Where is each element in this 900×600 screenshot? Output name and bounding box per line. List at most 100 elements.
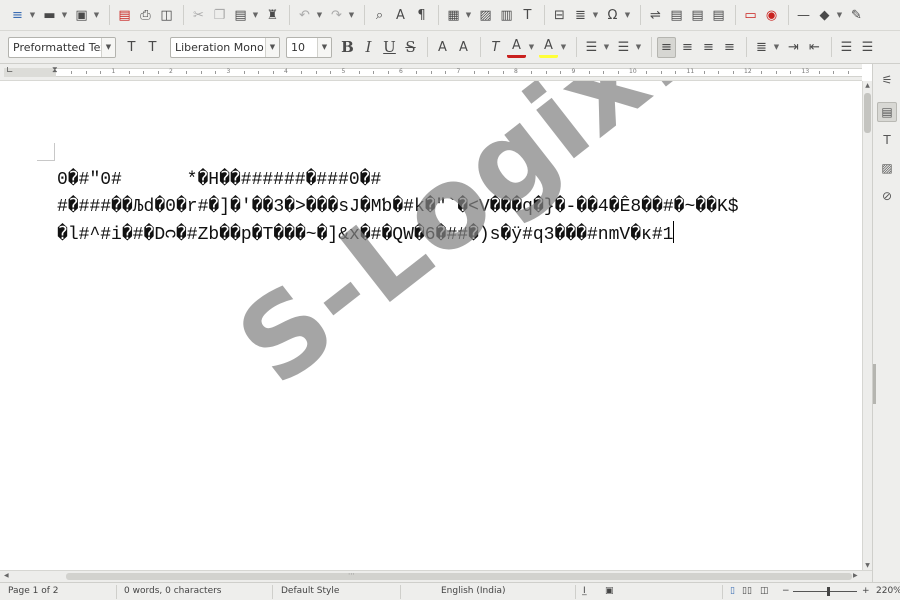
update-style-icon[interactable]: T <box>122 37 141 58</box>
book-view-icon[interactable]: ◫ <box>760 586 769 596</box>
spacing-dropdown-icon[interactable]: ▼ <box>773 37 780 58</box>
insert-image-icon[interactable]: ▨ <box>476 5 495 26</box>
paste-dropdown-icon[interactable]: ▼ <box>252 5 259 26</box>
horizontal-scrollbar[interactable]: ◀ ⋯ ▶ <box>0 570 872 582</box>
numbered-list-icon[interactable]: ☰ <box>614 37 633 58</box>
paste-icon[interactable]: ▤ <box>231 5 250 26</box>
multi-page-view-icon[interactable]: ▯▯ <box>742 586 752 596</box>
clear-formatting-icon[interactable]: T <box>486 37 505 58</box>
endnote-icon[interactable]: ▤ <box>688 5 707 26</box>
increase-indent-icon[interactable]: ⇥ <box>784 37 803 58</box>
paragraph-spacing-below-icon[interactable]: ☰ <box>858 37 877 58</box>
numbering-dropdown-icon[interactable]: ▼ <box>635 37 642 58</box>
export-pdf-icon[interactable]: ▤ <box>115 5 134 26</box>
bookmark-icon[interactable]: ▤ <box>709 5 728 26</box>
special-char-dropdown-icon[interactable]: ▼ <box>624 5 631 26</box>
chevron-down-icon[interactable]: ▼ <box>265 37 279 57</box>
paragraph-spacing-above-icon[interactable]: ☰ <box>837 37 856 58</box>
horizontal-scroll-thumb[interactable] <box>66 573 852 580</box>
styles-icon[interactable]: T <box>877 130 897 150</box>
insert-mode-icon[interactable]: I̲ <box>583 586 586 596</box>
page-break-icon[interactable]: ⊟ <box>550 5 569 26</box>
decrease-indent-icon[interactable]: ⇤ <box>805 37 824 58</box>
table-dropdown-icon[interactable]: ▼ <box>465 5 472 26</box>
save-dropdown-icon[interactable]: ▼ <box>93 5 100 26</box>
vertical-scrollbar[interactable]: ▲ ▼ <box>862 81 872 570</box>
open-dropdown-icon[interactable]: ▼ <box>61 5 68 26</box>
insert-textbox-icon[interactable]: T <box>518 5 537 26</box>
page-count[interactable]: Page 1 of 2 <box>8 586 59 596</box>
highlight-dropdown-icon[interactable]: ▼ <box>560 37 567 58</box>
zoom-slider-knob[interactable] <box>827 587 830 596</box>
redo-dropdown-icon[interactable]: ▼ <box>348 5 355 26</box>
tab-stop-icon[interactable]: ∟ <box>6 66 14 76</box>
find-replace-icon[interactable]: ⌕ <box>370 5 389 26</box>
highlight-color-icon[interactable]: A <box>539 37 558 58</box>
shapes-dropdown-icon[interactable]: ▼ <box>836 5 843 26</box>
zoom-level[interactable]: 220% <box>876 586 900 596</box>
redo-icon[interactable]: ↷ <box>327 5 346 26</box>
word-count[interactable]: 0 words, 0 characters <box>124 586 222 596</box>
formatting-marks-icon[interactable]: ¶ <box>412 5 431 26</box>
print-preview-icon[interactable]: ◫ <box>157 5 176 26</box>
field-dropdown-icon[interactable]: ▼ <box>592 5 599 26</box>
single-page-view-icon[interactable]: ▯ <box>730 586 735 596</box>
properties-icon[interactable]: ▤ <box>877 102 897 122</box>
font-color-dropdown-icon[interactable]: ▼ <box>528 37 535 58</box>
zoom-in-icon[interactable]: + <box>862 586 870 596</box>
vertical-scroll-thumb[interactable] <box>864 93 871 133</box>
zoom-slider[interactable] <box>793 591 857 592</box>
page-style[interactable]: Default Style <box>281 586 339 596</box>
bullets-dropdown-icon[interactable]: ▼ <box>603 37 610 58</box>
font-size-select[interactable]: 10 ▼ <box>286 36 332 58</box>
scroll-down-icon[interactable]: ▼ <box>863 562 872 569</box>
insert-line-icon[interactable]: — <box>794 5 813 26</box>
special-character-icon[interactable]: Ω <box>603 5 622 26</box>
clone-formatting-icon[interactable]: ♜ <box>263 5 282 26</box>
insert-table-icon[interactable]: ▦ <box>444 5 463 26</box>
text-line[interactable]: 0�#"0# *�H��######�###0�# <box>57 170 381 190</box>
spelling-icon[interactable]: A <box>391 5 410 26</box>
text-language[interactable]: English (India) <box>441 586 505 596</box>
cut-icon[interactable]: ✂ <box>189 5 208 26</box>
sidebar-resize-handle[interactable] <box>873 364 876 404</box>
new-document-icon[interactable]: ≡ <box>8 5 27 26</box>
basic-shapes-icon[interactable]: ◆ <box>815 5 834 26</box>
italic-icon[interactable]: I <box>359 37 378 58</box>
sidebar-menu-icon[interactable]: ⚟ <box>877 70 897 90</box>
line-spacing-icon[interactable]: ≣ <box>752 37 771 58</box>
align-left-icon[interactable]: ≡ <box>657 36 676 58</box>
footnote-icon[interactable]: ▤ <box>667 5 686 26</box>
strikethrough-icon[interactable]: S <box>401 37 420 58</box>
undo-dropdown-icon[interactable]: ▼ <box>316 5 323 26</box>
insert-field-icon[interactable]: ≣ <box>571 5 590 26</box>
scroll-right-icon[interactable]: ▶ <box>853 572 858 579</box>
gallery-icon[interactable]: ▨ <box>877 158 897 178</box>
copy-icon[interactable]: ❐ <box>210 5 229 26</box>
align-right-icon[interactable]: ≡ <box>699 37 718 58</box>
new-style-icon[interactable]: T <box>143 37 162 58</box>
document-modified-icon[interactable]: ▣ <box>605 586 614 596</box>
track-changes-icon[interactable]: ◉ <box>762 5 781 26</box>
print-icon[interactable]: ⎙ <box>136 5 155 26</box>
document-canvas[interactable]: 0�#"0# *�H��######�###0�# #�###��Љd�0�r#… <box>0 81 862 570</box>
insert-chart-icon[interactable]: ▥ <box>497 5 516 26</box>
indent-marker-icon[interactable]: ⧗ <box>52 65 58 75</box>
scroll-left-icon[interactable]: ◀ <box>4 572 9 579</box>
hyperlink-icon[interactable]: ⇌ <box>646 5 665 26</box>
font-color-icon[interactable]: A <box>507 37 526 58</box>
comment-icon[interactable]: ▭ <box>741 5 760 26</box>
navigator-icon[interactable]: ⊘ <box>877 186 897 206</box>
superscript-icon[interactable]: A <box>433 37 452 58</box>
justify-icon[interactable]: ≡ <box>720 37 739 58</box>
open-folder-icon[interactable]: ▬ <box>40 5 59 26</box>
align-center-icon[interactable]: ≡ <box>678 37 697 58</box>
save-icon[interactable]: ▣ <box>72 5 91 26</box>
chevron-down-icon[interactable]: ▼ <box>101 37 115 57</box>
bold-icon[interactable]: B <box>338 37 357 58</box>
subscript-icon[interactable]: A <box>454 37 473 58</box>
paragraph-style-select[interactable]: Preformatted Text ▼ <box>8 36 116 58</box>
draw-icon[interactable]: ✎ <box>847 5 866 26</box>
horizontal-ruler[interactable]: ∟ ⧗ 1 2 3 4 5 6 7 8 9 10 11 12 13 <box>0 64 862 81</box>
underline-icon[interactable]: U <box>380 37 399 58</box>
